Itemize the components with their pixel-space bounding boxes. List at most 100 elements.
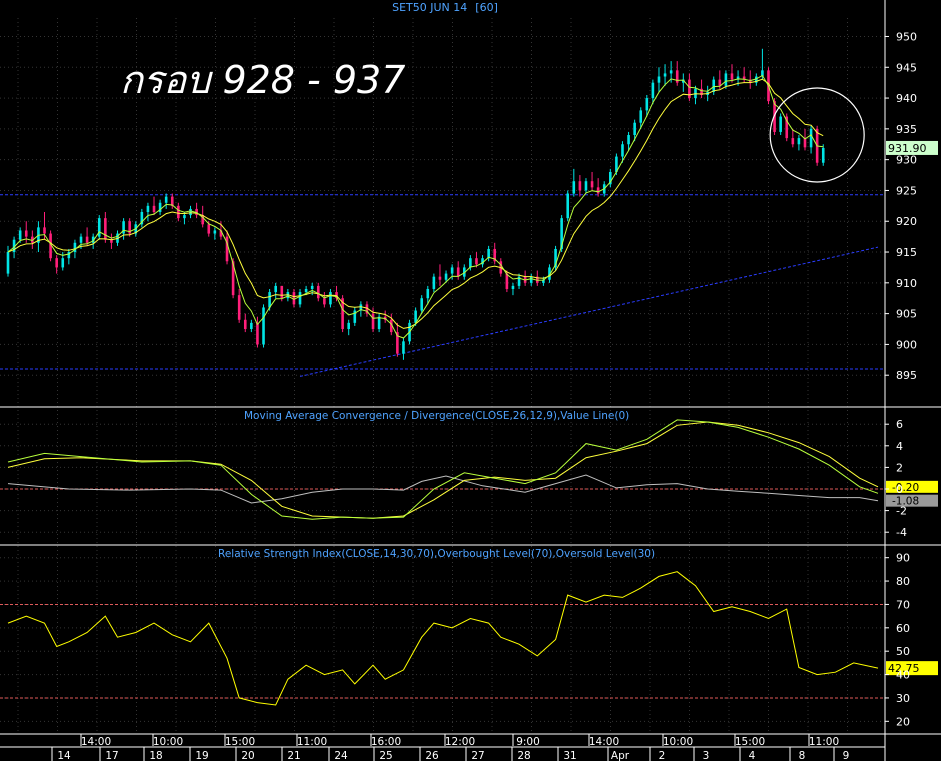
candle-body	[347, 322, 350, 330]
macd-tick-label: 4	[896, 440, 903, 453]
candle-body	[189, 208, 192, 216]
time-label: 9:00	[516, 736, 540, 748]
candle-body	[237, 295, 241, 320]
price-tick-label: 945	[896, 61, 917, 74]
candle-body	[262, 307, 265, 345]
day-label: 4	[749, 750, 756, 761]
macd-tick-label: 2	[896, 461, 903, 474]
price-tick-label: 905	[896, 308, 917, 321]
day-label: 21	[287, 750, 300, 761]
rsi-tick-label: 60	[896, 622, 910, 635]
rsi-tick-label: 40	[896, 669, 910, 682]
candle-body	[821, 147, 825, 163]
candle-body	[183, 215, 186, 219]
candle-body	[444, 273, 448, 280]
rsi-tick-label: 80	[896, 575, 910, 588]
day-label: 27	[471, 750, 484, 761]
candle-body	[469, 258, 472, 268]
time-label: 14:00	[81, 736, 111, 748]
chart-background	[0, 0, 941, 761]
rsi-tick-label: 20	[896, 715, 910, 728]
candle-body	[243, 319, 247, 330]
price-tick-label: 910	[896, 277, 917, 290]
candle-body	[438, 276, 442, 280]
candle-body	[529, 276, 533, 283]
candle-body	[55, 258, 58, 268]
price-tick-label: 920	[896, 215, 917, 228]
time-label: 12:00	[445, 736, 475, 748]
candle-body	[590, 181, 594, 188]
day-label: Apr	[611, 750, 630, 761]
candle-body	[505, 273, 509, 289]
candle-body	[584, 181, 588, 191]
candle-body	[152, 205, 156, 212]
candle-body	[450, 267, 454, 274]
day-label: 18	[149, 750, 162, 761]
candle-body	[292, 292, 296, 305]
candle-body	[104, 218, 107, 240]
day-label: 2	[659, 750, 666, 761]
price-tick-label: 940	[896, 92, 917, 105]
candle-body	[280, 285, 284, 299]
rsi-tick-label: 90	[896, 552, 910, 565]
candle-body	[578, 181, 582, 191]
candle-body	[645, 98, 649, 111]
candle-body	[566, 193, 570, 219]
candle-body	[304, 288, 308, 293]
candle-body	[329, 292, 332, 305]
candle-body	[730, 73, 734, 80]
candle-body	[511, 285, 515, 289]
candle-body	[669, 70, 673, 74]
candle-body	[633, 122, 636, 136]
day-label: 28	[517, 750, 530, 761]
price-tick-label: 895	[896, 369, 917, 382]
macd-title: Moving Average Convergence / Divergence(…	[244, 410, 629, 422]
candle-body	[651, 82, 655, 99]
time-label: 10:00	[153, 736, 183, 748]
candle-body	[274, 285, 277, 293]
day-label: 24	[334, 750, 348, 761]
chart-header: SET50 JUN 14 [60]	[392, 1, 498, 14]
candle-body	[724, 73, 728, 86]
macd-tick-label: -2	[896, 505, 907, 518]
candle-body	[323, 298, 326, 305]
day-label: 20	[241, 750, 254, 761]
macd-tick-label: 6	[896, 418, 903, 431]
candle-body	[207, 224, 211, 234]
time-label: 10:00	[663, 736, 693, 748]
candle-body	[809, 128, 813, 148]
day-label: 17	[105, 750, 118, 761]
candle-body	[420, 298, 424, 311]
price-tick-label: 930	[896, 154, 917, 167]
candle-body	[213, 230, 217, 234]
candle-body	[177, 205, 180, 219]
candle-body	[663, 73, 667, 77]
range-annotation: กรอบ 928 - 937	[120, 58, 405, 102]
time-label: 14:00	[589, 736, 619, 748]
candle-body	[298, 292, 302, 305]
day-label: 14	[57, 750, 71, 761]
candle-body	[621, 144, 624, 157]
day-label: 31	[563, 750, 576, 761]
price-tick-label: 915	[896, 246, 917, 259]
candle-body	[310, 285, 314, 289]
rsi-tick-label: 50	[896, 645, 910, 658]
price-tick-label: 925	[896, 184, 917, 197]
candle-body	[627, 135, 630, 145]
day-label: 26	[425, 750, 439, 761]
macd-tick-label: -4	[896, 526, 907, 539]
candle-body	[164, 196, 168, 203]
candle-body	[250, 322, 253, 330]
candle-body	[791, 138, 795, 145]
candle-body	[432, 276, 436, 289]
candle-body	[146, 205, 150, 212]
candle-body	[657, 76, 661, 83]
candle-body	[371, 313, 375, 330]
rsi-tick-label: 30	[896, 692, 910, 705]
time-label: 15:00	[735, 736, 765, 748]
candle-body	[24, 230, 28, 237]
macd-tick-label: 0	[896, 483, 903, 496]
candle-body	[268, 292, 271, 308]
time-label: 15:00	[225, 736, 255, 748]
rsi-tick-label: 70	[896, 598, 910, 611]
